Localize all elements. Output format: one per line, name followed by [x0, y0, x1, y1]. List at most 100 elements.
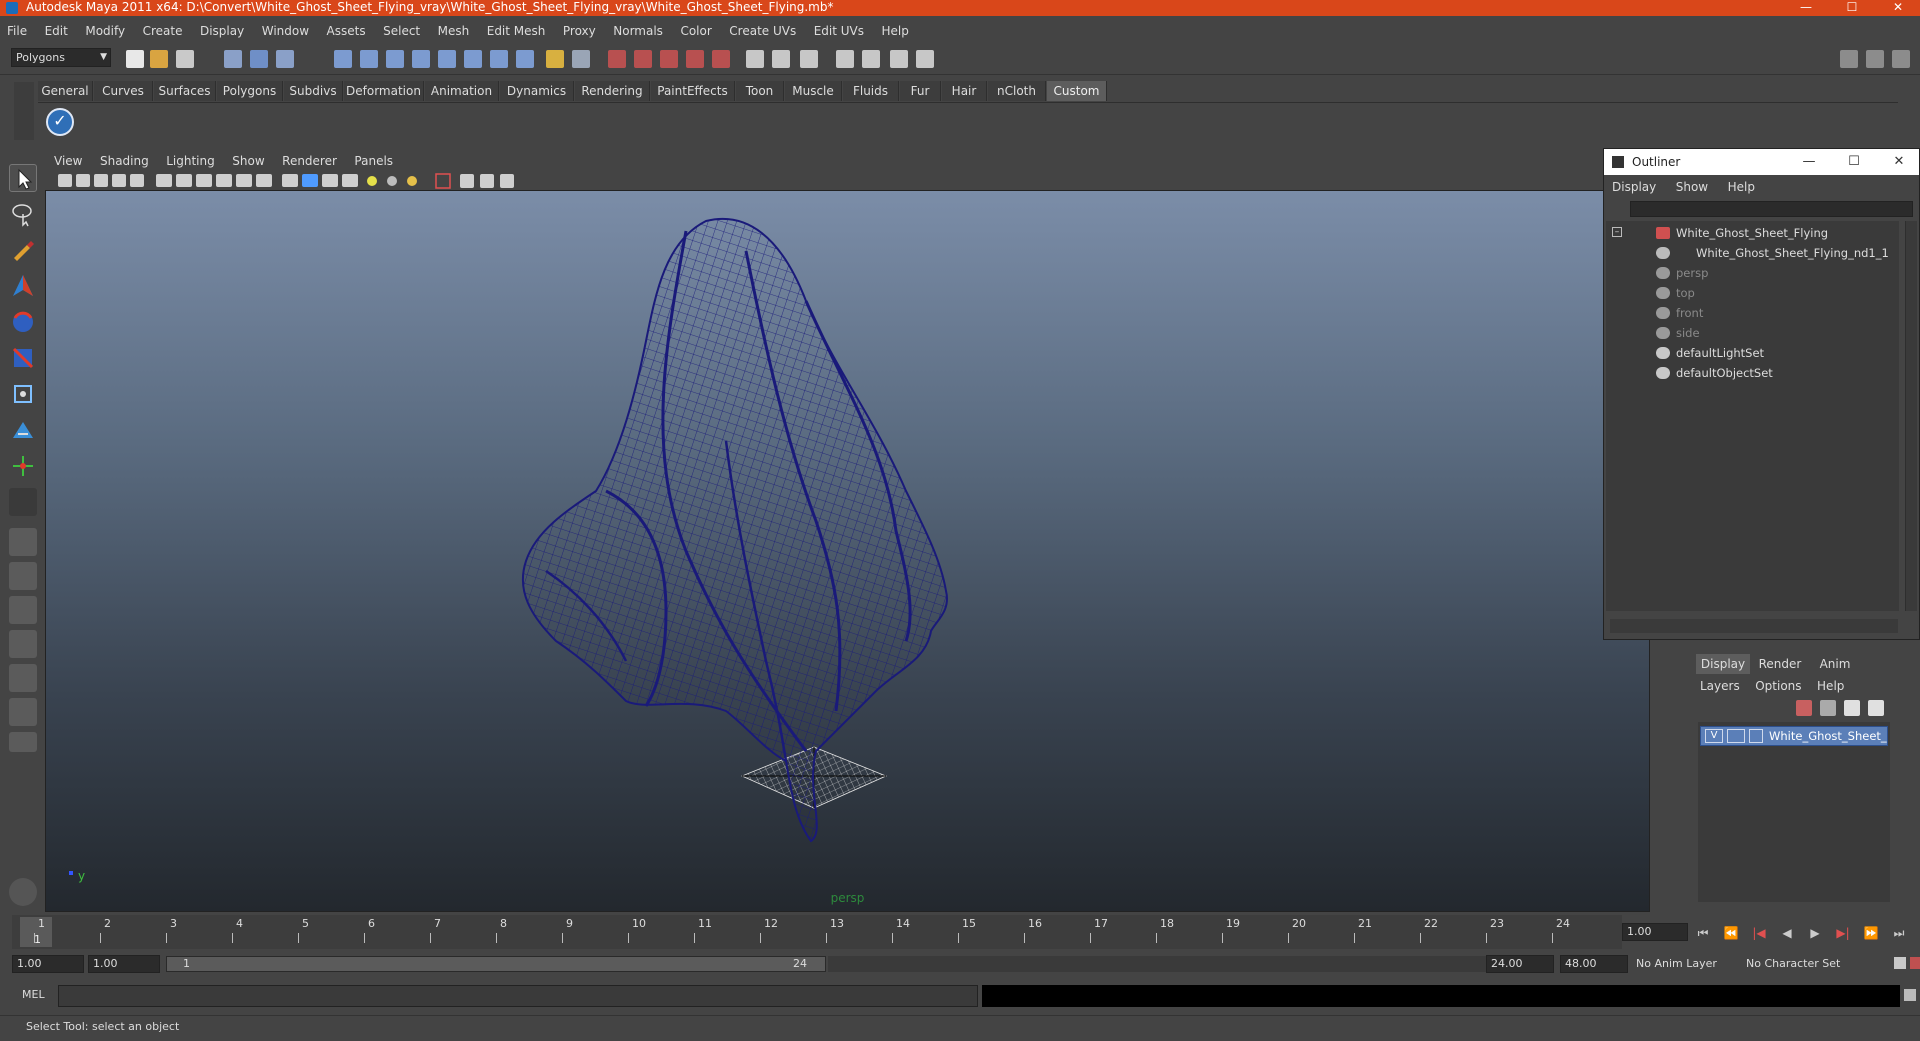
outliner-item-default-light-set[interactable]: defaultLightSet [1656, 343, 1764, 363]
save-scene-icon[interactable] [176, 50, 194, 68]
layer-menu-layers[interactable]: Layers [1694, 676, 1746, 696]
render-settings-icon[interactable] [712, 50, 730, 68]
shelf-tab-fur[interactable]: Fur [900, 81, 941, 101]
shelf-tab-general[interactable]: General [38, 81, 93, 101]
snap-plane-icon[interactable] [412, 50, 430, 68]
menu-display[interactable]: Display [193, 20, 251, 42]
menu-assets[interactable]: Assets [320, 20, 373, 42]
render-current-icon[interactable] [660, 50, 678, 68]
shelf-tab-muscle[interactable]: Muscle [785, 81, 842, 101]
menu-color[interactable]: Color [673, 20, 718, 42]
outliner-vertical-scrollbar[interactable] [1905, 221, 1917, 611]
rotate-tool-icon[interactable] [9, 308, 37, 336]
close-button[interactable]: ✕ [1876, 0, 1920, 16]
hand-icon[interactable] [9, 878, 37, 906]
channel-box-icon[interactable] [862, 50, 880, 68]
outliner-item-white-ghost-sheet-flying-nd1-1[interactable]: White_Ghost_Sheet_Flying_nd1_1 [1656, 243, 1889, 263]
snap-live-icon[interactable] [438, 50, 456, 68]
layer-menu-options[interactable]: Options [1749, 676, 1807, 696]
character-set-dropdown[interactable]: No Character Set [1742, 955, 1842, 973]
shelf-tab-subdivs[interactable]: Subdivs [284, 81, 343, 101]
new-layer-icon[interactable] [1796, 700, 1812, 716]
shelf-tab-animation[interactable]: Animation [425, 81, 499, 101]
shelf-tab-deformation[interactable]: Deformation [344, 81, 424, 101]
lasso-tool-icon[interactable] [9, 200, 37, 228]
layer-tab-anim[interactable]: Anim [1810, 654, 1860, 674]
shelf-tab-ncloth[interactable]: nCloth [988, 81, 1046, 101]
outliner-horizontal-scrollbar[interactable] [1610, 619, 1898, 633]
single-perspective-layout-icon[interactable] [9, 528, 37, 556]
current-frame-field[interactable]: 1.00 [1622, 923, 1688, 941]
select-component-icon[interactable] [276, 50, 294, 68]
manipulator-icon[interactable] [9, 380, 37, 408]
outliner-item-white-ghost-sheet-flying[interactable]: White_Ghost_Sheet_Flying [1656, 223, 1828, 243]
snap-view-icon[interactable] [490, 50, 508, 68]
sidebar-toggle-icon[interactable] [772, 50, 790, 68]
layer-row-white-ghost-sheet-flying[interactable]: V White_Ghost_Sheet_Flying [1700, 726, 1888, 746]
input-line-icon[interactable] [746, 50, 764, 68]
help-query-icon[interactable] [516, 50, 534, 68]
menu-select[interactable]: Select [376, 20, 427, 42]
playback-start-field[interactable]: 1.00 [88, 955, 160, 973]
menu-window[interactable]: Window [255, 20, 316, 42]
shelf-tab-polygons[interactable]: Polygons [217, 81, 283, 101]
step-back-key-button[interactable]: ⏪ [1722, 925, 1740, 941]
menu-edit-mesh[interactable]: Edit Mesh [480, 20, 553, 42]
outliner-filter-field[interactable] [1630, 201, 1913, 217]
soft-mod-icon[interactable] [9, 416, 37, 444]
playback-range-slider[interactable]: 1 24 [166, 956, 826, 972]
open-scene-icon[interactable] [150, 50, 168, 68]
last-tool-icon[interactable] [9, 452, 37, 480]
checkmark-icon[interactable]: ✓ [46, 108, 74, 136]
paint-select-icon[interactable] [9, 236, 37, 264]
maximize-button[interactable]: ☐ [1830, 0, 1874, 16]
four-view-layout-icon[interactable] [9, 562, 37, 590]
outliner-menu-display[interactable]: Display [1604, 177, 1664, 197]
channel-toggle-icon[interactable] [1892, 50, 1910, 68]
snap-surface-icon[interactable] [464, 50, 482, 68]
outliner-close-button[interactable]: ✕ [1879, 149, 1919, 175]
construction-history-icon[interactable] [608, 50, 626, 68]
outliner-minimize-button[interactable]: — [1789, 149, 1829, 175]
shelf-tab-rendering[interactable]: Rendering [575, 81, 650, 101]
outliner-toggle-icon[interactable] [1866, 50, 1884, 68]
layout-options-icon[interactable] [9, 732, 37, 752]
new-scene-icon[interactable] [126, 50, 144, 68]
go-to-start-button[interactable]: ⏮ [1694, 925, 1712, 941]
menu-proxy[interactable]: Proxy [556, 20, 603, 42]
outliner-item-default-object-set[interactable]: defaultObjectSet [1656, 363, 1773, 383]
outliner-item-top[interactable]: top [1656, 283, 1695, 303]
menu-help[interactable]: Help [875, 20, 916, 42]
menu-modify[interactable]: Modify [78, 20, 132, 42]
menu-create[interactable]: Create [136, 20, 190, 42]
select-object-icon[interactable] [250, 50, 268, 68]
select-hierarchy-icon[interactable] [224, 50, 242, 68]
snap-grid-icon[interactable] [334, 50, 352, 68]
outliner-item-side[interactable]: side [1656, 323, 1700, 343]
attribute-editor-icon[interactable] [800, 50, 818, 68]
layer-visibility-toggle[interactable]: V [1705, 729, 1723, 743]
preferences-icon[interactable] [1910, 957, 1920, 969]
time-slider[interactable]: 1 1 2 3 4 5 6 7 8 9 10 11 12 13 14 15 16 17 18 19 20 21 22 23 2… [12, 915, 1622, 949]
animation-start-field[interactable]: 1.00 [12, 955, 84, 973]
animation-end-field[interactable]: 48.00 [1560, 955, 1628, 973]
shelf-menu-strip[interactable] [14, 82, 34, 140]
auto-key-icon[interactable] [1894, 957, 1906, 969]
viewport-menu-panels[interactable]: Panels [347, 152, 400, 170]
panel-layout-icon[interactable] [1840, 50, 1858, 68]
step-forward-frame-button[interactable]: ▶| [1834, 925, 1852, 941]
play-backwards-button[interactable]: ◀ [1778, 925, 1796, 941]
play-forwards-button[interactable]: ▶ [1806, 925, 1824, 941]
range-slider-track[interactable] [828, 956, 1488, 972]
collapse-toggle-icon[interactable]: – [1612, 227, 1622, 237]
layer-editor-icon[interactable] [890, 50, 908, 68]
modeling-toolkit-icon[interactable] [916, 50, 934, 68]
viewport-menu-show[interactable]: Show [225, 152, 271, 170]
outliner-titlebar[interactable]: Outliner — ☐ ✕ [1604, 149, 1919, 175]
menu-set-dropdown[interactable]: Polygons ▼ [11, 48, 111, 67]
layer-up-icon[interactable] [1844, 700, 1860, 716]
perspective-viewport[interactable]: y persp [45, 190, 1650, 912]
custom-layout-icon[interactable] [9, 698, 37, 726]
shelf-tab-curves[interactable]: Curves [94, 81, 153, 101]
go-to-end-button[interactable]: ⏭ [1890, 925, 1908, 941]
